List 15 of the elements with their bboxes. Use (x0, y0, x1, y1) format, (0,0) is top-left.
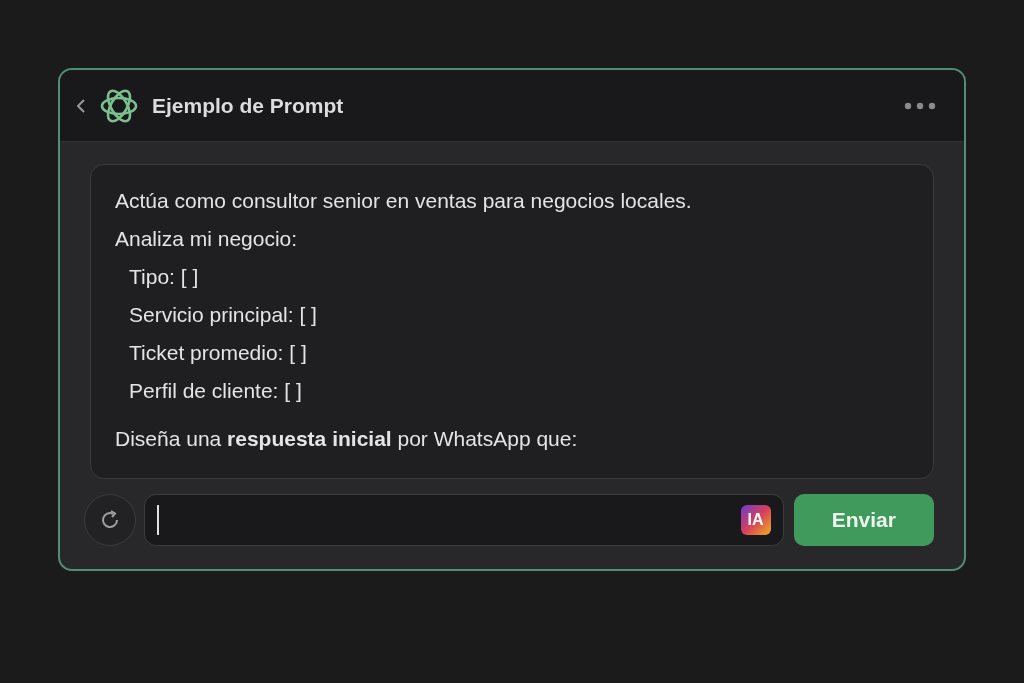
ai-badge[interactable]: IA (740, 505, 771, 535)
prompt-line: Servicio principal: [ ] (128, 302, 317, 328)
prompt-line: Ticket promedio: [ ] (128, 340, 307, 366)
prompt-line: Perfil de cliente: [ ] (128, 378, 302, 404)
window-title: Ejemplo de Prompt (152, 92, 344, 119)
prompt-line: Actúa como consultor senior en ventas para negocios locales. (115, 188, 692, 214)
back-icon[interactable] (76, 97, 86, 114)
more-icon[interactable] (904, 101, 936, 110)
prompt-line: Tipo: [ ] (128, 264, 199, 290)
text-cursor (156, 505, 159, 535)
message-input[interactable]: IA (143, 494, 784, 546)
prompt-line: Diseña una respuesta inicial por WhatsApp que: (115, 426, 578, 452)
prompt-line: Analiza mi negocio: (115, 226, 298, 252)
refresh-button[interactable] (84, 494, 136, 546)
send-button[interactable]: Enviar (793, 494, 934, 546)
